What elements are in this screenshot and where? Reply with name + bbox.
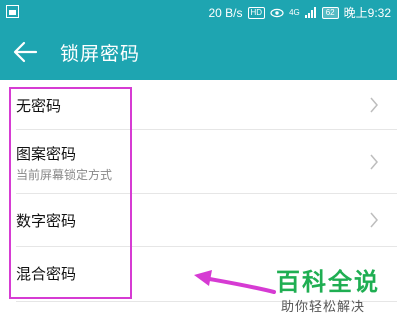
- page-title: 锁屏密码: [60, 44, 141, 65]
- status-bar: 20 B/s HD 4G 62 晚上9:32: [0, 0, 397, 24]
- chevron-right-icon: [370, 154, 378, 170]
- screenshot-icon: [6, 5, 19, 18]
- status-time: 晚上9:32: [343, 6, 391, 20]
- chevron-right-icon: [370, 97, 378, 113]
- app-bar: 锁屏密码: [0, 24, 397, 80]
- battery-icon: 62: [321, 6, 339, 19]
- signal-icon: [304, 7, 316, 18]
- network-speed: 20 B/s: [208, 5, 243, 20]
- back-arrow-icon[interactable]: [12, 40, 38, 64]
- hd-badge: HD: [247, 6, 266, 19]
- watermark-title: 百科全说: [276, 269, 380, 296]
- signal-type-label: 4G: [289, 8, 300, 17]
- highlight-box: [9, 87, 132, 299]
- status-right-group: 20 B/s HD 4G 62 晚上9:32: [208, 4, 391, 21]
- watermark-subtitle: 助你轻松解决: [281, 299, 366, 314]
- eye-icon: [270, 8, 284, 17]
- annotation-arrow-icon: [194, 270, 276, 294]
- chevron-right-icon: [370, 212, 378, 228]
